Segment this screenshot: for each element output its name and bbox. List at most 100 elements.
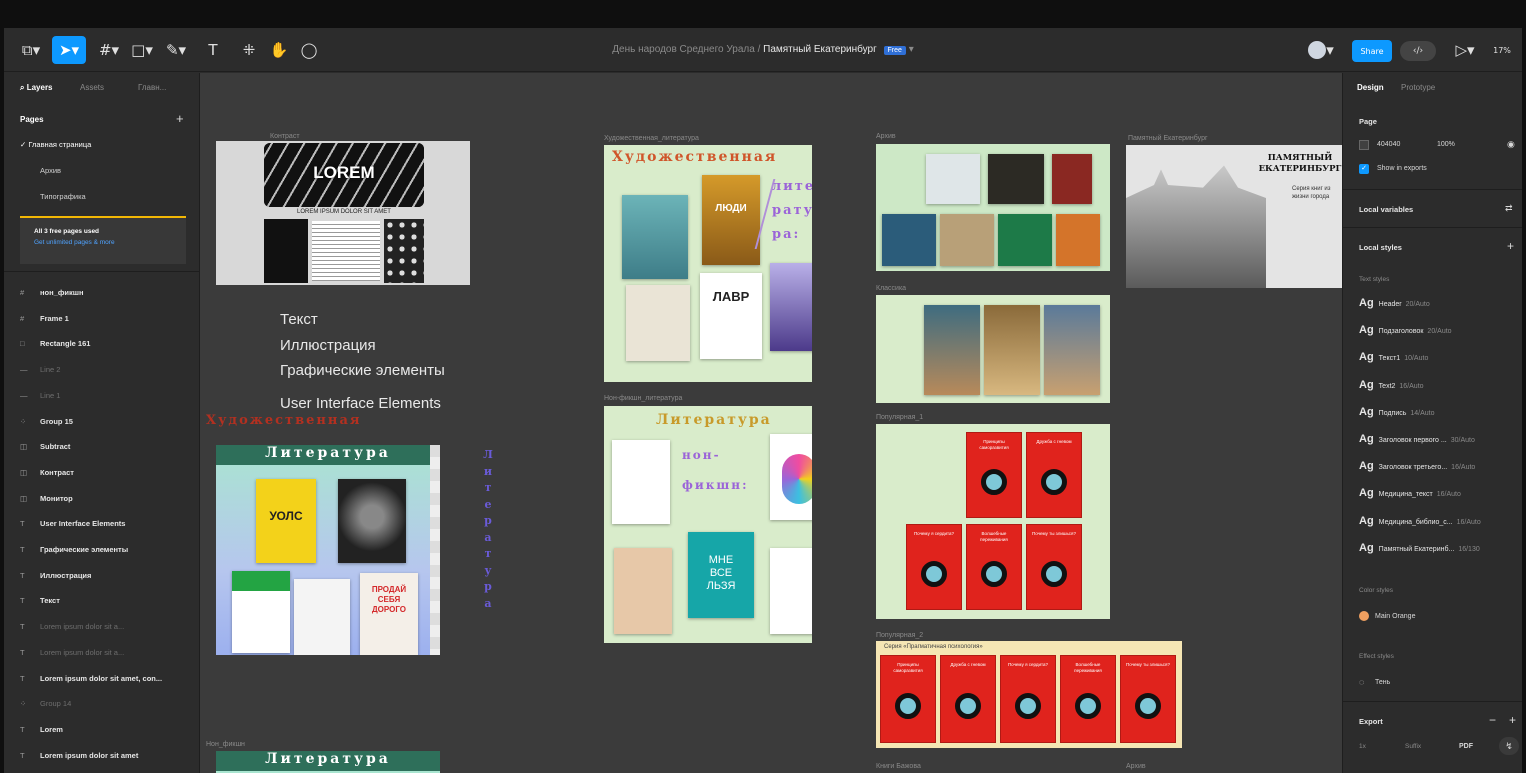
export-scale[interactable]: 1x xyxy=(1359,743,1366,750)
layer-row[interactable]: ⁘ Group 14 xyxy=(4,696,200,712)
text-style-item[interactable]: Ag Text2 16/Auto xyxy=(1359,379,1424,391)
hand-tool-icon[interactable]: ✋ xyxy=(270,36,289,64)
tab-page-switch[interactable]: Главн... xyxy=(138,83,166,92)
remove-export-icon[interactable]: − xyxy=(1489,713,1496,727)
file-name[interactable]: Памятный Екатеринбург xyxy=(763,44,877,55)
frame-label[interactable]: Архив xyxy=(1126,763,1146,770)
literature-frame-left[interactable]: Литература УОЛС ПРОДАЙ СЕБЯ ДОРОГО xyxy=(216,445,440,655)
vertical-literature-word[interactable]: Литература xyxy=(482,447,494,612)
local-variables[interactable]: Local variables xyxy=(1343,205,1522,214)
memorable-ekaterinburg-frame[interactable]: ПАМЯТНЫЙ ЕКАТЕРИНБУРГ Серия книг из жизни… xyxy=(1126,145,1342,288)
layer-row[interactable]: T Lorem ipsum dolor sit amet xyxy=(4,748,200,764)
pen-tool-icon[interactable]: ✎▾ xyxy=(162,36,190,64)
add-style-icon[interactable]: + xyxy=(1507,239,1514,253)
layer-row[interactable]: — Line 2 xyxy=(4,362,200,378)
layer-row[interactable]: T Lorem ipsum dolor sit a... xyxy=(4,619,200,635)
share-button[interactable]: Share xyxy=(1352,40,1392,62)
zoom-level[interactable]: 17% xyxy=(1484,36,1520,64)
frame-label[interactable]: Популярная_2 xyxy=(876,632,923,639)
frame-label[interactable]: Контраст xyxy=(270,133,300,140)
literature-frame-bottom[interactable]: Литература xyxy=(216,751,440,773)
frame-label[interactable]: Популярная_1 xyxy=(876,414,923,421)
canvas[interactable]: Контраст LOREM LOREM IPSUM DOLOR SIT AME… xyxy=(200,73,1342,773)
layer-row[interactable]: T Графические элементы xyxy=(4,542,200,558)
text-style-item[interactable]: Ag Текст1 10/Auto xyxy=(1359,351,1428,363)
layer-row[interactable]: ⁘ Group 15 xyxy=(4,414,200,430)
file-menu-chevron-icon[interactable]: ▾ xyxy=(909,44,914,55)
text-style-item[interactable]: Ag Header 20/Auto xyxy=(1359,297,1430,309)
resources-icon[interactable]: ⁜ xyxy=(240,36,258,64)
tab-design[interactable]: Design xyxy=(1357,83,1384,92)
popular-frame-2[interactable]: Серия «Прагматичная психология» Принципы… xyxy=(876,641,1182,748)
tab-prototype[interactable]: Prototype xyxy=(1401,83,1435,92)
text-style-item[interactable]: Ag Подпись 14/Auto xyxy=(1359,406,1435,418)
page-color-hex[interactable]: 404040 xyxy=(1377,141,1400,148)
page-color-opacity[interactable]: 100% xyxy=(1437,141,1455,148)
layer-row[interactable]: # Frame 1 xyxy=(4,311,200,327)
item-illustration[interactable]: Иллюстрация xyxy=(280,337,376,354)
effect-style-shadow[interactable]: Тень xyxy=(1375,679,1390,686)
frame-label[interactable]: Нон_фикшн xyxy=(206,741,245,748)
variables-icon[interactable]: ⇄ xyxy=(1505,203,1513,214)
page-item-main[interactable]: ✓ Главная страница xyxy=(20,140,91,149)
main-menu-icon[interactable]: ⧉▾ xyxy=(18,36,44,64)
nonfiction-frame[interactable]: Литература нон-фикшн: МНЕ ВСЕ ЛЬЗЯ xyxy=(604,406,812,643)
upgrade-link[interactable]: Get unlimited pages & more xyxy=(34,239,172,246)
archive-frame[interactable] xyxy=(876,144,1110,271)
layer-row[interactable]: # нон_фикшн xyxy=(4,285,200,301)
fiction-frame[interactable]: Художественная ЛЮДИ лите-рату-ра: ЛАВР xyxy=(604,145,812,382)
layer-row[interactable]: T Lorem ipsum dolor sit a... xyxy=(4,645,200,661)
export-suffix[interactable]: Suffix xyxy=(1405,743,1421,750)
classics-frame[interactable] xyxy=(876,295,1110,403)
lorem-frame[interactable]: LOREM LOREM IPSUM DOLOR SIT AMET xyxy=(216,141,470,285)
export-format[interactable]: PDF xyxy=(1459,743,1473,750)
red-hud-title[interactable]: Художественная xyxy=(206,413,361,428)
frame-label[interactable]: Архив xyxy=(876,133,896,140)
layer-row[interactable]: ◫ Subtract xyxy=(4,439,200,455)
item-text[interactable]: Текст xyxy=(280,311,318,328)
comment-tool-icon[interactable]: ◯ xyxy=(300,36,318,64)
user-avatar[interactable]: ▾ xyxy=(1304,36,1338,64)
export-settings-icon[interactable]: ↯ xyxy=(1499,737,1519,755)
eye-icon[interactable]: ◉ xyxy=(1507,139,1515,150)
item-ui-elements[interactable]: User Interface Elements xyxy=(280,395,441,412)
page-color-swatch[interactable] xyxy=(1359,140,1369,150)
popular-frame-1[interactable]: Принципы саморазвития Дружба с гневом По… xyxy=(876,424,1110,619)
layer-row[interactable]: ◫ Монитор xyxy=(4,491,200,507)
layer-row[interactable]: T User Interface Elements xyxy=(4,516,200,532)
frame-label[interactable]: Памятный Екатеринбург xyxy=(1128,135,1208,142)
frame-label[interactable]: Книги Бажова xyxy=(876,763,921,770)
frame-label[interactable]: Нон-фикшн_литература xyxy=(604,395,682,402)
layer-row[interactable]: ◫ Контраст xyxy=(4,465,200,481)
text-tool-icon[interactable]: T xyxy=(204,36,222,64)
item-graphic-elements[interactable]: Графические элементы xyxy=(280,362,445,379)
add-export-icon[interactable]: + xyxy=(1509,713,1516,727)
layer-row[interactable]: T Иллюстрация xyxy=(4,568,200,584)
move-tool-icon[interactable]: ➤▾ xyxy=(52,36,86,64)
text-style-item[interactable]: Ag Заголовок третьего... 16/Auto xyxy=(1359,460,1475,472)
page-item-archive[interactable]: Архив xyxy=(40,166,61,175)
plan-badge[interactable]: Free xyxy=(883,46,906,55)
frame-label[interactable]: Художественная_литература xyxy=(604,135,699,142)
add-page-icon[interactable]: + xyxy=(176,111,184,126)
layer-row[interactable]: T Текст xyxy=(4,593,200,609)
layer-row[interactable]: T Lorem xyxy=(4,722,200,738)
show-exports-checkbox[interactable]: ✓ xyxy=(1359,164,1369,174)
layer-row[interactable]: — Line 1 xyxy=(4,388,200,404)
frame-label[interactable]: Классика xyxy=(876,285,906,292)
text-style-item[interactable]: Ag Медицина_текст 16/Auto xyxy=(1359,487,1461,499)
breadcrumb-project[interactable]: День народов Среднего Урала xyxy=(612,44,755,55)
rectangle-tool-icon[interactable]: □▾ xyxy=(128,36,156,64)
text-style-item[interactable]: Ag Подзаголовок 20/Auto xyxy=(1359,324,1452,336)
text-style-item[interactable]: Ag Памятный Екатеринб... 16/130 xyxy=(1359,542,1480,554)
tab-layers[interactable]: ⌕ Layers xyxy=(20,83,53,93)
tab-assets[interactable]: Assets xyxy=(80,83,104,92)
color-style-main-orange[interactable]: Main Orange xyxy=(1375,613,1415,620)
present-icon[interactable]: ▷▾ xyxy=(1454,36,1476,64)
text-style-item[interactable]: Ag Медицина_библио_с... 16/Auto xyxy=(1359,515,1481,527)
page-item-typography[interactable]: Типографика xyxy=(40,192,86,201)
frame-tool-icon[interactable]: #▾ xyxy=(96,36,122,64)
text-style-item[interactable]: Ag Заголовок первого ... 30/Auto xyxy=(1359,433,1475,445)
layer-row[interactable]: □ Rectangle 161 xyxy=(4,336,200,352)
layer-row[interactable]: T Lorem ipsum dolor sit amet, con... xyxy=(4,671,200,687)
